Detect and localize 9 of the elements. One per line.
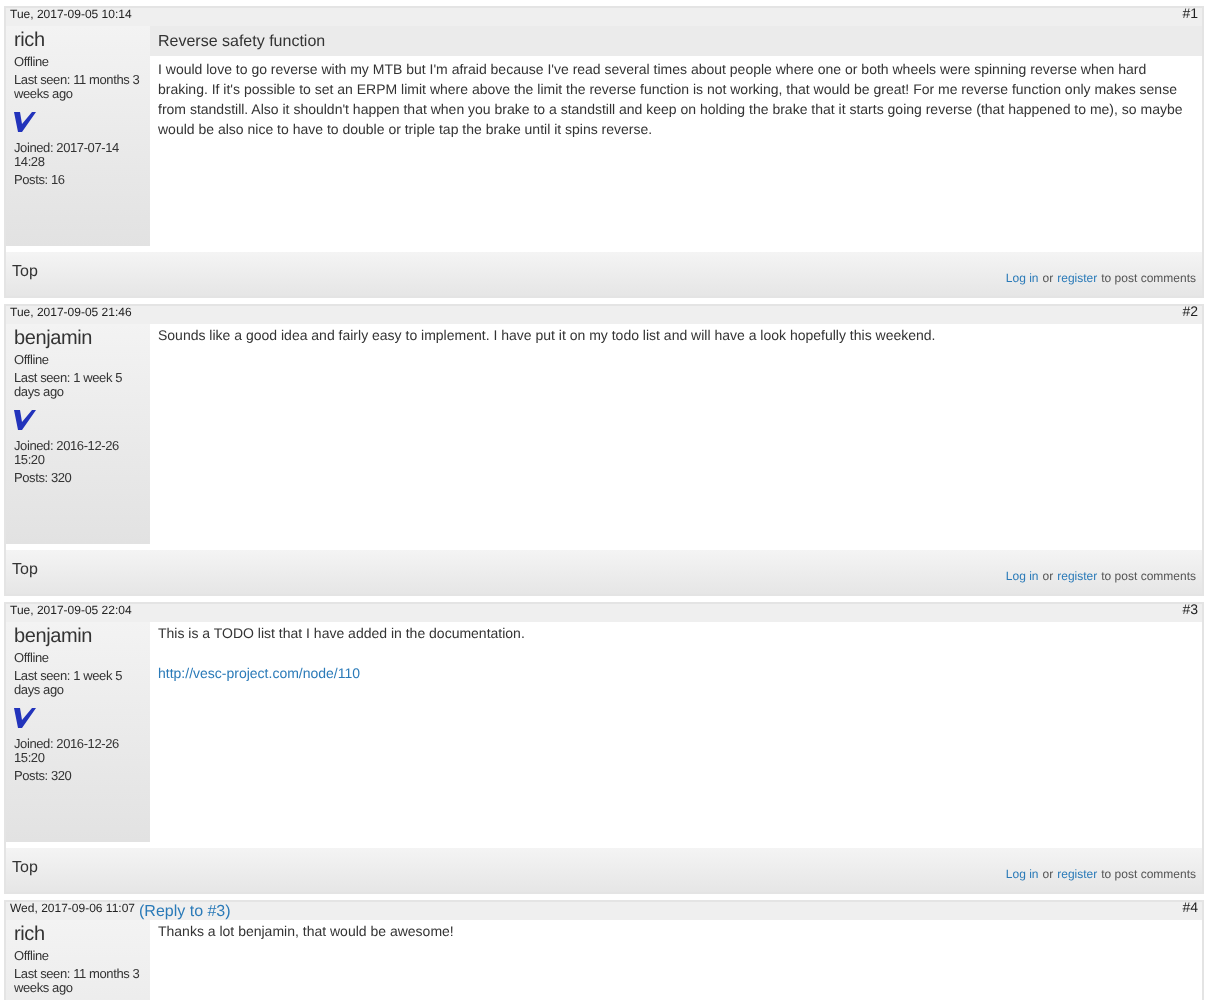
author-name[interactable]: benjamin <box>14 626 142 648</box>
top-link[interactable]: Top <box>12 259 38 283</box>
top-link[interactable]: Top <box>12 855 38 879</box>
reply-link[interactable]: (Reply to #3) <box>139 899 231 923</box>
author-name[interactable]: benjamin <box>14 328 142 350</box>
author-name[interactable]: rich <box>14 924 142 946</box>
post-title: Reverse safety function <box>150 26 1202 56</box>
top-link[interactable]: Top <box>12 557 38 581</box>
author-name[interactable]: rich <box>14 30 142 52</box>
